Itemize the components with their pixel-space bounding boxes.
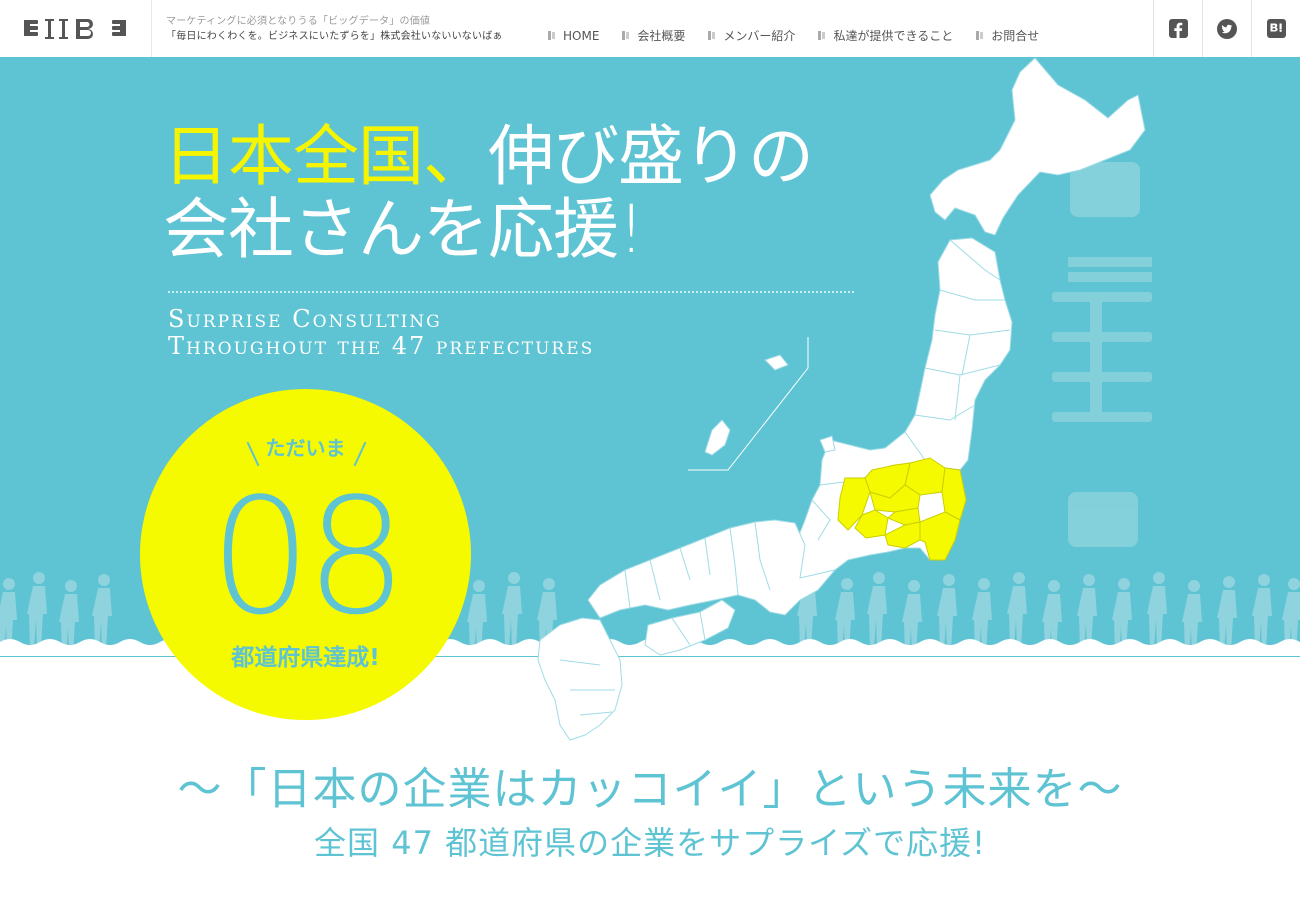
okinawa	[704, 419, 731, 456]
kyushu	[537, 617, 623, 741]
badge-top-label: ただいま	[265, 436, 346, 460]
badge-bottom-label: 都道府県達成!	[231, 645, 380, 671]
kansai-chugoku	[587, 519, 837, 619]
tohoku	[904, 237, 1013, 471]
progress-badge: ただいま 08 都道府県達成!	[140, 389, 471, 720]
badge-number: 08	[209, 463, 408, 650]
hokkaido	[929, 57, 1146, 236]
